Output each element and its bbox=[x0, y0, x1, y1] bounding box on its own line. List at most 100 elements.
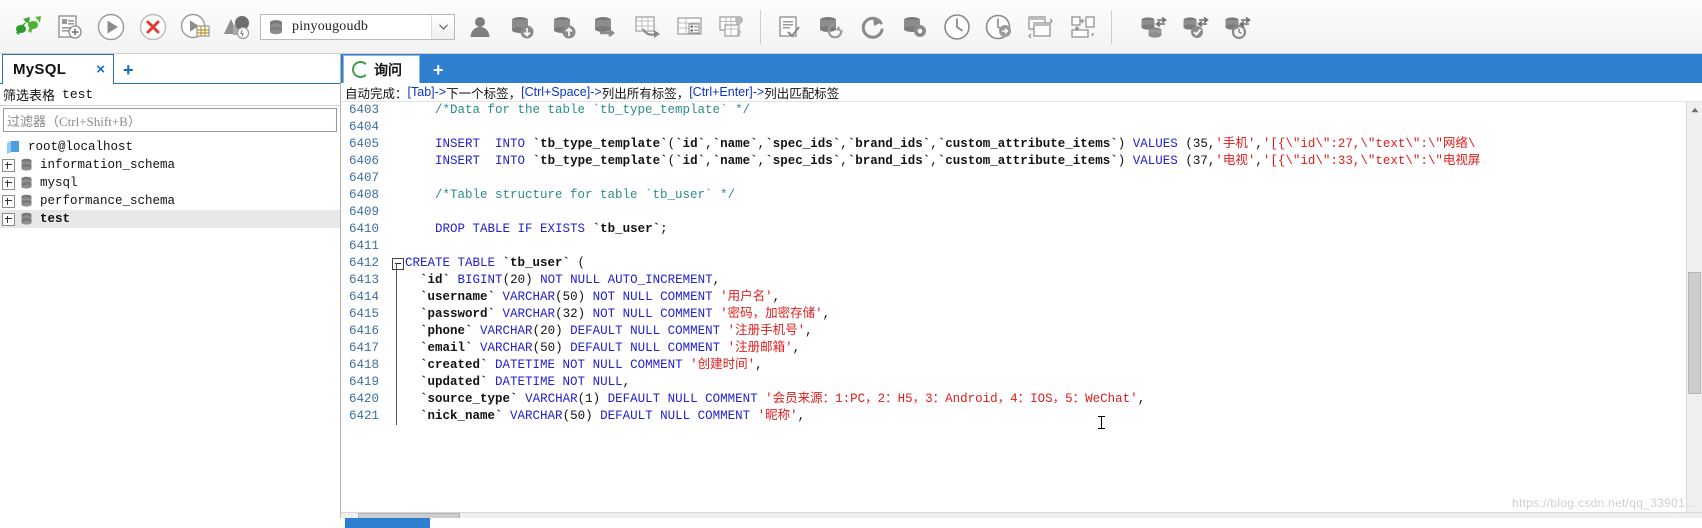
database-icon bbox=[20, 158, 37, 172]
expand-icon[interactable] bbox=[2, 158, 15, 172]
fold-guide-line bbox=[396, 357, 397, 374]
code-text: `username` VARCHAR(50) NOT NULL COMMENT … bbox=[420, 290, 781, 304]
sql-editor[interactable]: 6403 /*Data for the table `tb_type_templ… bbox=[341, 102, 1686, 512]
line-number: 6417 bbox=[349, 341, 380, 355]
filter-input[interactable]: 过滤器（Ctrl+Shift+B） bbox=[3, 108, 337, 132]
expand-icon[interactable] bbox=[2, 212, 15, 226]
data-sync-button[interactable] bbox=[1133, 5, 1175, 49]
export-table-button[interactable] bbox=[627, 5, 669, 49]
code-line[interactable]: 6410 DROP TABLE IF EXISTS `tb_user`; bbox=[341, 221, 1686, 238]
code-line[interactable]: 6414 `username` VARCHAR(50) NOT NULL COM… bbox=[341, 289, 1686, 306]
fold-guide-line bbox=[396, 263, 397, 272]
refresh-button[interactable] bbox=[852, 5, 894, 49]
code-line[interactable]: 6411 bbox=[341, 238, 1686, 255]
code-line[interactable]: 6420 `source_type` VARCHAR(1) DEFAULT NU… bbox=[341, 391, 1686, 408]
query-spinner-icon bbox=[352, 61, 369, 78]
code-line[interactable]: 6409 bbox=[341, 204, 1686, 221]
add-query-tab-button[interactable]: + bbox=[433, 61, 444, 83]
hint-prefix: 自动完成： bbox=[345, 86, 408, 101]
fold-guide-line bbox=[396, 408, 397, 425]
execute-to-grid-button[interactable] bbox=[174, 5, 216, 49]
line-number: 6411 bbox=[349, 239, 380, 253]
hint-text-2: 列出所有标签， bbox=[601, 86, 690, 101]
vertical-scroll-thumb[interactable] bbox=[1688, 272, 1701, 394]
connection-tab-mysql[interactable]: MySQL × bbox=[2, 54, 114, 84]
fold-column bbox=[391, 119, 405, 136]
structure-sync-button[interactable] bbox=[1175, 5, 1217, 49]
refresh-database-button[interactable] bbox=[810, 5, 852, 49]
main-toolbar: pinyougoudb bbox=[0, 0, 1702, 54]
object-tree[interactable]: root@localhost information_schema mysql per… bbox=[0, 132, 340, 528]
code-line[interactable]: 6416 `phone` VARCHAR(20) DEFAULT NULL CO… bbox=[341, 323, 1686, 340]
fold-column bbox=[391, 204, 405, 221]
fold-column[interactable] bbox=[391, 255, 405, 272]
database-settings-button[interactable] bbox=[894, 5, 936, 49]
code-line[interactable]: 6419 `updated` DATETIME NOT NULL, bbox=[341, 374, 1686, 391]
tree-item-test[interactable]: test bbox=[0, 210, 340, 228]
add-connection-tab-button[interactable]: + bbox=[123, 61, 134, 83]
refresh-database-icon bbox=[817, 14, 845, 40]
window-arrange-button[interactable] bbox=[1062, 5, 1104, 49]
database-selector[interactable]: pinyougoudb bbox=[260, 13, 455, 40]
code-line[interactable]: 6407 bbox=[341, 170, 1686, 187]
code-line[interactable]: 6417 `email` VARCHAR(50) DEFAULT NULL CO… bbox=[341, 340, 1686, 357]
chevron-down-icon[interactable] bbox=[431, 14, 454, 39]
code-line[interactable]: 6421 `nick_name` VARCHAR(50) DEFAULT NUL… bbox=[341, 408, 1686, 425]
database-icon bbox=[20, 194, 37, 208]
code-line[interactable]: 6412 CREATE TABLE `tb_user` ( bbox=[341, 255, 1686, 272]
code-line[interactable]: 6418 `created` DATETIME NOT NULL COMMENT… bbox=[341, 357, 1686, 374]
database-icon bbox=[20, 212, 37, 226]
new-query-button[interactable] bbox=[48, 5, 90, 49]
execute-button[interactable] bbox=[90, 5, 132, 49]
tree-item-performance-schema[interactable]: performance_schema bbox=[0, 192, 340, 210]
tree-item-label: root@localhost bbox=[28, 140, 134, 154]
fold-column bbox=[391, 221, 405, 238]
fold-column bbox=[391, 374, 405, 391]
code-text: `phone` VARCHAR(20) DEFAULT NULL COMMENT… bbox=[420, 324, 813, 338]
table-design-button[interactable] bbox=[711, 5, 753, 49]
backup-database-button[interactable] bbox=[501, 5, 543, 49]
code-line[interactable]: 6415 `password` VARCHAR(32) NOT NULL COM… bbox=[341, 306, 1686, 323]
fold-column bbox=[391, 153, 405, 170]
stop-icon bbox=[138, 12, 168, 42]
scheduled-job-button[interactable] bbox=[978, 5, 1020, 49]
code-line[interactable]: 6406 INSERT INTO `tb_type_template`(`id`… bbox=[341, 153, 1686, 170]
filter-label: 筛选表格 bbox=[3, 88, 56, 103]
close-icon[interactable]: × bbox=[96, 62, 105, 77]
fold-guide-line bbox=[396, 289, 397, 306]
fold-collapse-icon[interactable] bbox=[392, 258, 404, 270]
editor-vertical-scrollbar[interactable] bbox=[1686, 102, 1702, 512]
clock-arrow-icon bbox=[984, 12, 1014, 42]
database-name: pinyougoudb bbox=[292, 18, 369, 34]
tree-item-information-schema[interactable]: information_schema bbox=[0, 156, 340, 174]
expand-icon[interactable] bbox=[2, 176, 15, 190]
connect-button[interactable] bbox=[6, 5, 48, 49]
transfer-database-button[interactable] bbox=[585, 5, 627, 49]
window-tile-button[interactable] bbox=[1020, 5, 1062, 49]
tree-item-root-localhost[interactable]: root@localhost bbox=[0, 138, 340, 156]
scroll-up-arrow-icon[interactable] bbox=[1687, 102, 1702, 117]
code-line[interactable]: 6404 bbox=[341, 119, 1686, 136]
results-tab-strip[interactable] bbox=[345, 518, 430, 528]
tree-item-mysql[interactable]: mysql bbox=[0, 174, 340, 192]
explain-plan-button[interactable] bbox=[216, 5, 258, 49]
sync-history-button[interactable] bbox=[1217, 5, 1259, 49]
database-gear-icon bbox=[901, 14, 929, 40]
code-line[interactable]: 6403 /*Data for the table `tb_type_templ… bbox=[341, 102, 1686, 119]
line-number: 6420 bbox=[349, 392, 380, 406]
database-icon bbox=[20, 176, 37, 190]
restore-database-button[interactable] bbox=[543, 5, 585, 49]
query-builder-button[interactable] bbox=[768, 5, 810, 49]
code-line[interactable]: 6413 `id` BIGINT(20) NOT NULL AUTO_INCRE… bbox=[341, 272, 1686, 289]
code-line[interactable]: 6405 INSERT INTO `tb_type_template`(`id`… bbox=[341, 136, 1686, 153]
user-manager-button[interactable] bbox=[459, 5, 501, 49]
history-button[interactable] bbox=[936, 5, 978, 49]
expand-icon[interactable] bbox=[2, 194, 15, 208]
line-number: 6410 bbox=[349, 222, 380, 236]
table-data-button[interactable] bbox=[669, 5, 711, 49]
query-tab[interactable]: 询问 bbox=[343, 55, 420, 83]
fold-guide-line bbox=[396, 391, 397, 408]
stop-button[interactable] bbox=[132, 5, 174, 49]
code-line[interactable]: 6408 /*Table structure for table `tb_use… bbox=[341, 187, 1686, 204]
line-number: 6421 bbox=[349, 409, 380, 423]
